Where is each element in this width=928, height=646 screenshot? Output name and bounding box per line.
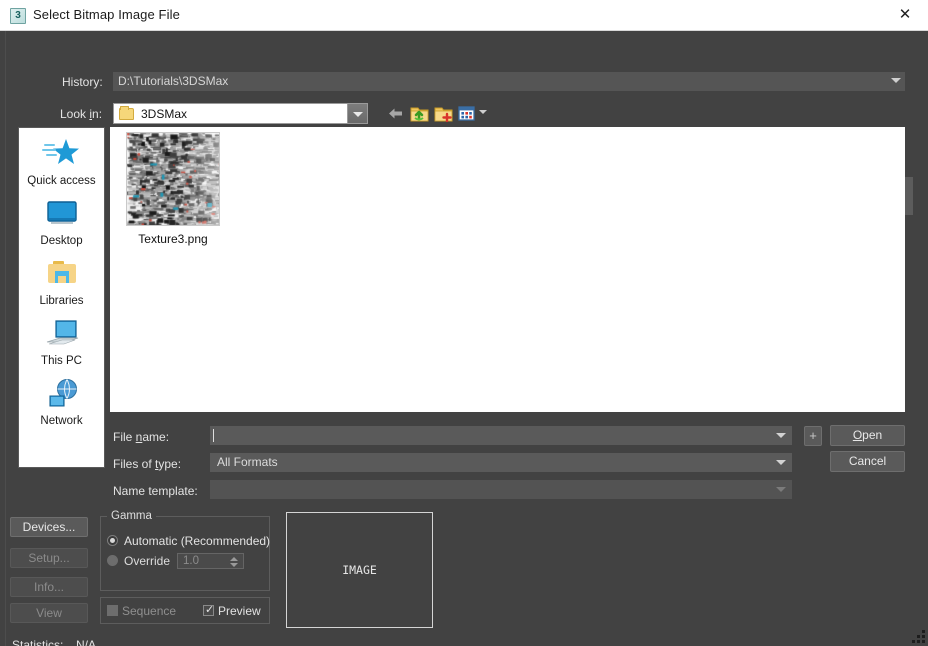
file-type-value: All Formats — [217, 455, 278, 469]
sidebar-item-desktop[interactable]: Desktop — [19, 196, 104, 247]
statistics-value: N/A — [76, 638, 97, 646]
chevron-down-icon — [353, 112, 363, 117]
image-preview-placeholder: IMAGE — [342, 563, 377, 577]
sidebar-item-libraries[interactable]: Libraries — [19, 256, 104, 307]
sidebar-item-quick-access[interactable]: Quick access — [19, 136, 104, 187]
devices-button[interactable]: Devices... — [10, 517, 88, 537]
back-arrow-icon — [389, 108, 402, 119]
file-list-scrollbar[interactable] — [905, 127, 913, 412]
network-globe-icon — [19, 376, 104, 414]
lookin-combo[interactable]: 3DSMax — [113, 103, 368, 124]
computer-icon — [19, 316, 104, 354]
gamma-override-label: Override — [124, 554, 171, 568]
sidebar-item-label: This PC — [41, 355, 82, 367]
left-divider — [5, 31, 6, 646]
sequence-checkbox — [107, 605, 118, 616]
create-new-folder-button[interactable] — [433, 103, 454, 124]
sidebar-item-this-pc[interactable]: This PC — [19, 316, 104, 367]
new-folder-icon — [434, 107, 453, 123]
grid-view-icon — [458, 106, 475, 121]
gamma-override-stepper: 1.0 — [177, 553, 244, 569]
gamma-legend: Gamma — [107, 510, 156, 522]
stepper-arrows-icon — [230, 555, 238, 569]
file-name-input[interactable] — [210, 426, 792, 445]
chevron-down-icon[interactable] — [776, 487, 786, 492]
open-button[interactable]: Open — [830, 425, 905, 446]
up-folder-icon — [410, 107, 429, 122]
lookin-value: 3DSMax — [141, 106, 188, 121]
history-combo[interactable]: D:\Tutorials\3DSMax — [113, 72, 905, 91]
setup-button: Setup... — [10, 548, 88, 568]
name-template-select[interactable] — [210, 480, 792, 499]
title-bar: 3 Select Bitmap Image File ✕ — [0, 0, 928, 31]
window-title: Select Bitmap Image File — [33, 7, 180, 22]
folder-icon — [119, 105, 134, 120]
file-type-label-text: Files of type: — [113, 457, 182, 471]
sidebar-item-label: Network — [40, 415, 83, 427]
star-icon — [19, 136, 104, 174]
max3ds-icon: 3 — [10, 8, 26, 24]
sidebar-item-label: Desktop — [40, 235, 83, 247]
text-caret — [213, 429, 214, 442]
gamma-override-value: 1.0 — [183, 555, 199, 567]
monitor-icon — [19, 196, 104, 234]
file-list[interactable]: Texture3.png — [110, 127, 905, 412]
name-template-label-text: Name template: — [113, 484, 198, 498]
lookin-dropdown-button[interactable] — [347, 104, 367, 123]
sidebar-item-network[interactable]: Network — [19, 376, 104, 427]
file-type-select[interactable]: All Formats — [210, 453, 792, 472]
libraries-folder-icon — [19, 256, 104, 294]
views-dropdown-chevron-down-icon[interactable] — [479, 110, 487, 114]
chevron-down-icon — [891, 78, 901, 83]
places-bar: Quick access Desktop Libraries This PC N… — [18, 127, 105, 468]
resize-grip[interactable] — [912, 630, 925, 643]
info-button: Info... — [10, 577, 88, 597]
sequence-label: Sequence — [122, 604, 177, 618]
gamma-automatic-label: Automatic (Recommended) — [124, 534, 271, 548]
chevron-down-icon[interactable] — [776, 433, 786, 438]
gamma-override-radio[interactable] — [107, 555, 118, 566]
cancel-button[interactable]: Cancel — [830, 451, 905, 472]
image-preview-box: IMAGE — [286, 512, 433, 628]
statistics-label: Statistics: — [12, 638, 64, 646]
preview-checkbox[interactable] — [203, 603, 214, 617]
gamma-automatic-radio[interactable] — [107, 535, 118, 546]
lookin-label: Look in: — [60, 107, 103, 121]
dialog-body: History: D:\Tutorials\3DSMax Look in: 3D… — [0, 31, 928, 646]
add-path-button[interactable]: + — [804, 426, 822, 446]
list-item[interactable]: Texture3.png — [120, 132, 226, 246]
sidebar-item-label: Quick access — [27, 175, 96, 187]
history-value: D:\Tutorials\3DSMax — [118, 74, 229, 88]
scrollbar-thumb[interactable] — [905, 177, 913, 215]
history-label: History: — [62, 75, 103, 89]
close-icon[interactable]: ✕ — [882, 0, 928, 30]
views-button[interactable] — [456, 103, 480, 124]
sidebar-item-label: Libraries — [39, 295, 84, 307]
file-name-label-text: File name: — [113, 430, 170, 444]
file-name-label: Texture3.png — [138, 232, 208, 246]
preview-label: Preview — [218, 604, 261, 618]
chevron-down-icon[interactable] — [776, 460, 786, 465]
view-button: View — [10, 603, 88, 623]
up-one-level-button[interactable] — [409, 103, 430, 124]
back-button[interactable] — [385, 103, 406, 124]
texture-thumbnail — [126, 132, 220, 226]
